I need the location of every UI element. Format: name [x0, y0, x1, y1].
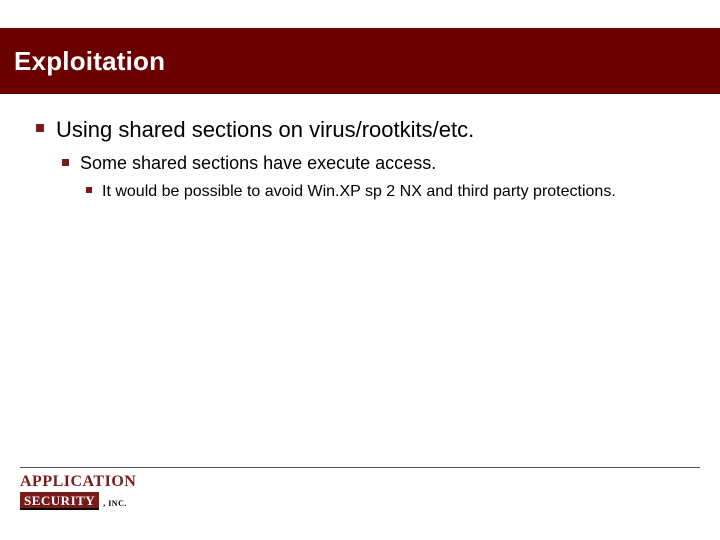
logo-row: SECURITY , INC.: [20, 492, 140, 510]
bullet-text-lvl2: Some shared sections have execute access…: [80, 153, 436, 173]
logo-text-inc: , INC.: [103, 499, 127, 510]
bullet-list-lvl2: Some shared sections have execute access…: [56, 152, 700, 203]
footer-logo: APPLICATION SECURITY , INC.: [20, 474, 140, 522]
list-item: Some shared sections have execute access…: [56, 152, 700, 203]
logo-text-application: APPLICATION: [20, 474, 140, 490]
bullet-text-lvl1: Using shared sections on virus/rootkits/…: [56, 117, 474, 142]
slide-title: Exploitation: [14, 46, 165, 77]
bullet-list-lvl1: Using shared sections on virus/rootkits/…: [30, 116, 700, 202]
footer-divider: [20, 467, 700, 468]
slide: Exploitation Using shared sections on vi…: [0, 0, 720, 540]
bullet-text-lvl3: It would be possible to avoid Win.XP sp …: [102, 183, 616, 200]
content-area: Using shared sections on virus/rootkits/…: [30, 116, 700, 208]
title-band: Exploitation: [0, 28, 720, 94]
list-item: It would be possible to avoid Win.XP sp …: [80, 181, 662, 203]
list-item: Using shared sections on virus/rootkits/…: [30, 116, 700, 202]
bullet-list-lvl3: It would be possible to avoid Win.XP sp …: [80, 181, 700, 203]
logo-text-security: SECURITY: [20, 492, 99, 510]
